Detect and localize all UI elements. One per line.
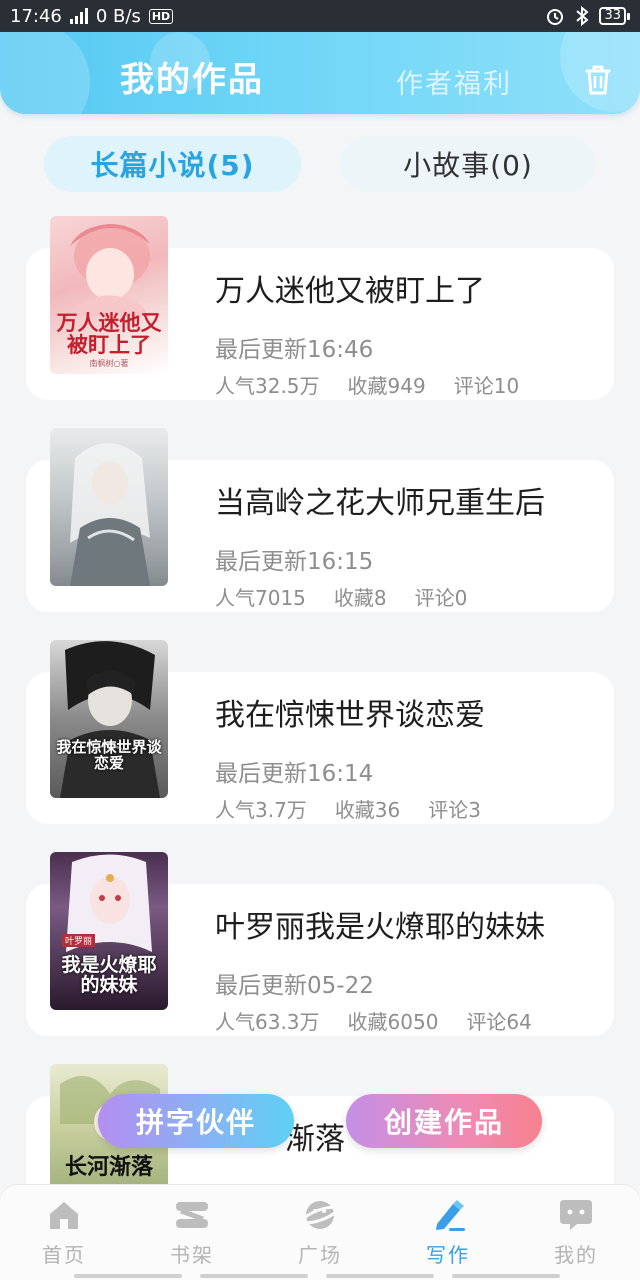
comments-count: 评论3 — [428, 798, 481, 822]
cover-series-tag: 叶罗丽 — [62, 934, 96, 947]
book-title[interactable]: 叶罗丽我是火燎耶的妹妹 — [215, 902, 545, 946]
network-speed: 0 B/s — [95, 5, 141, 27]
gesture-bar — [326, 1274, 434, 1278]
hd-badge: HD — [148, 8, 174, 24]
gesture-bar — [452, 1274, 560, 1278]
book-cover[interactable]: 万人迷他又被盯上了 南枫树○著 — [50, 216, 168, 374]
book-update-time — [215, 1172, 375, 1184]
nav-bookshelf[interactable]: 书架 — [128, 1185, 256, 1280]
status-time: 17:46 — [10, 5, 62, 27]
nav-label: 首页 — [42, 1243, 86, 1267]
tab-long-novels[interactable]: 长篇小说(5) — [44, 136, 301, 192]
nav-label: 广场 — [298, 1243, 342, 1267]
nav-home[interactable]: 首页 — [0, 1185, 128, 1280]
battery-level: 33 — [599, 7, 626, 25]
tab-author-benefits[interactable]: 作者福利 — [396, 62, 512, 101]
favorites-count: 收藏6050 — [347, 1010, 439, 1034]
favorites-count: 收藏8 — [333, 586, 387, 610]
nav-label: 书架 — [170, 1243, 214, 1267]
tab-my-works[interactable]: 我的作品 — [120, 52, 264, 101]
comments-count: 评论10 — [453, 374, 520, 398]
profile-icon — [560, 1200, 592, 1230]
gesture-bar — [74, 1274, 182, 1278]
cover-author: 南枫树著 — [116, 936, 144, 944]
plaza-icon — [302, 1201, 338, 1229]
book-stats: 人气63.3万 收藏6050 评论64 — [215, 1006, 532, 1035]
tab-short-stories[interactable]: 小故事(0) — [340, 136, 596, 192]
popularity-count: 人气63.3万 — [215, 1010, 320, 1034]
alarm-icon — [547, 9, 564, 25]
book-title[interactable]: 渐落 — [285, 1114, 345, 1158]
book-title[interactable]: 当高岭之花大师兄重生后 — [215, 478, 545, 522]
comments-count: 评论64 — [466, 1010, 532, 1034]
book-stats: 人气32.5万 收藏949 评论10 — [215, 370, 519, 399]
book-update-time: 最后更新05-22 — [215, 973, 374, 999]
nav-label: 写作 — [426, 1243, 470, 1267]
popularity-count: 人气7015 — [215, 586, 306, 610]
nav-profile[interactable]: 我的 — [512, 1185, 640, 1280]
trash-button[interactable] — [578, 60, 618, 100]
home-icon — [50, 1202, 78, 1229]
nav-write[interactable]: 写作 — [384, 1185, 512, 1280]
favorites-count: 收藏949 — [347, 374, 426, 398]
cover-title: 我在惊悚世界谈恋爱 — [56, 738, 162, 772]
status-bar: 17:46 0 B/s HD 33 — [0, 0, 640, 32]
popularity-count: 人气3.7万 — [215, 798, 307, 822]
pen-icon — [436, 1200, 465, 1231]
cover-title: 长河渐落 — [64, 1154, 153, 1180]
bottom-nav: 首页 书架 广场 写作 我的 — [0, 1184, 640, 1280]
book-stats: 人气7015 收藏8 评论0 — [215, 582, 467, 611]
book-update-time: 最后更新16:46 — [215, 337, 374, 363]
book-update-time: 最后更新16:14 — [215, 761, 374, 787]
comments-count: 评论0 — [414, 586, 468, 610]
book-cover[interactable] — [50, 428, 168, 586]
battery-icon: 33 — [599, 7, 630, 25]
bookshelf-icon — [176, 1202, 208, 1228]
cover-title: 万人迷他又被盯上了 — [56, 310, 162, 358]
favorites-count: 收藏36 — [334, 798, 401, 822]
trash-icon — [585, 65, 611, 95]
book-stats: 人气3.7万 收藏36 评论3 — [215, 794, 481, 823]
cover-author: 南枫树○著 — [89, 359, 129, 368]
writing-partner-button[interactable]: 拼字伙伴 — [98, 1094, 294, 1148]
bluetooth-icon — [576, 6, 589, 26]
book-title[interactable]: 万人迷他又被盯上了 — [215, 266, 485, 310]
book-title[interactable]: 我在惊悚世界谈恋爱 — [215, 690, 485, 734]
nav-label: 我的 — [554, 1243, 598, 1267]
nav-plaza[interactable]: 广场 — [256, 1185, 384, 1280]
create-work-button[interactable]: 创建作品 — [346, 1094, 542, 1148]
gesture-bar — [200, 1274, 308, 1278]
popularity-count: 人气32.5万 — [215, 374, 320, 398]
header-bar: 我的作品 作者福利 — [0, 32, 640, 114]
book-cover[interactable]: 叶罗丽 南枫树著 我是火燎耶的妹妹 — [50, 852, 168, 1010]
book-update-time: 最后更新16:15 — [215, 549, 374, 575]
signal-icon — [69, 8, 88, 24]
book-cover[interactable]: 我在惊悚世界谈恋爱 — [50, 640, 168, 798]
cover-title: 我是火燎耶的妹妹 — [61, 954, 157, 996]
